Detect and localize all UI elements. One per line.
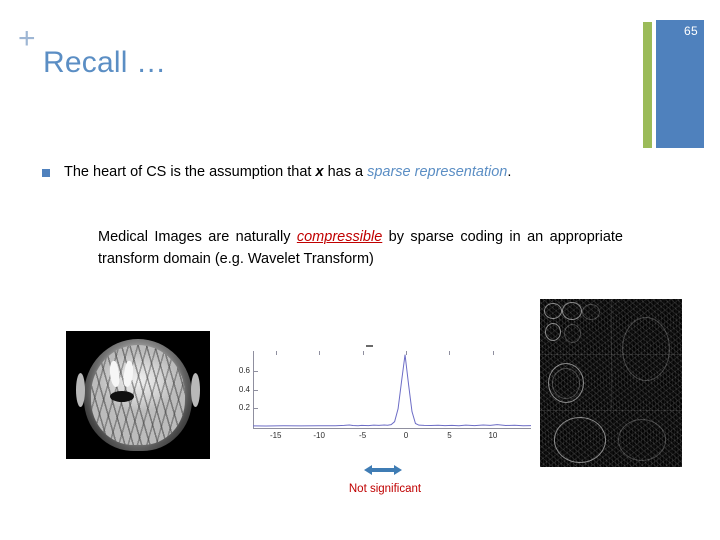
x-axis-tick-label: 10: [488, 431, 498, 440]
bullet-text-part-2: has a: [323, 164, 368, 180]
header-accent-bar-blue: [656, 20, 704, 148]
mri-left-temporal: [76, 373, 85, 407]
y-axis-tick-label: 0.2: [238, 402, 250, 412]
wavelet-edge-ring: [545, 323, 561, 341]
sparse-representation-emphasis: sparse representation: [367, 164, 508, 180]
wavelet-subband-ll: [540, 299, 611, 354]
x-axis-tick-label: -5: [359, 431, 367, 440]
mri-right-temporal: [191, 373, 200, 407]
wavelet-subband-lh: [540, 355, 611, 410]
wavelet-divider: [540, 410, 682, 411]
x-axis-tick-label: 0: [403, 431, 409, 440]
bullet-text: The heart of CS is the assumption that x…: [64, 161, 632, 183]
not-significant-caption: Not significant: [348, 483, 422, 495]
wavelet-decomposition-image: [540, 299, 682, 467]
bullet-text-part-1: The heart of CS is the assumption that: [64, 164, 316, 180]
x-axis-tick-label: -15: [269, 431, 282, 440]
wavelet-divider: [611, 299, 612, 410]
compressible-emphasis: compressible: [296, 229, 383, 245]
y-axis-tick-label: 0.6: [238, 366, 250, 376]
wavelet-edge-ring: [618, 419, 666, 461]
slide-canvas: 65 + Recall … The heart of CS is the ass…: [0, 0, 720, 540]
x-axis-tick-label: -10: [313, 431, 325, 440]
paragraph-part-1: Medical Images are naturally: [98, 229, 297, 245]
wavelet-edge-ring: [564, 324, 581, 343]
wavelet-edge-ring: [552, 368, 580, 399]
double-headed-arrow-icon: [362, 462, 404, 478]
slide-number: 65: [684, 24, 698, 38]
variable-x: x: [315, 164, 324, 180]
paragraph-part-2: by sparse: [382, 229, 454, 245]
x-axis-tick-label: 5: [447, 431, 452, 440]
figure-area: 0.2 0.4 0.6 -15 -10 -5 0 5 10 Not significant: [0, 290, 720, 520]
wavelet-edge-ring: [622, 317, 670, 381]
plot-curve-svg: [253, 351, 531, 429]
header-accent-bar-green: [643, 22, 652, 148]
paragraph-line-3: Transform): [303, 251, 374, 267]
wavelet-edge-ring: [554, 417, 606, 463]
wavelet-edge-ring: [544, 303, 562, 319]
bullet-text-part-3: .: [507, 164, 512, 180]
wavelet-edge-ring: [582, 304, 600, 320]
mri-posterior-ventricle: [110, 391, 134, 402]
mri-sulci-texture: [91, 345, 185, 445]
plus-icon: +: [18, 22, 36, 55]
y-axis-tick-label: 0.4: [238, 384, 250, 394]
wavelet-subband-hh: [540, 411, 682, 467]
bullet-item: The heart of CS is the assumption that x…: [42, 161, 632, 183]
wavelet-edge-ring: [562, 302, 582, 320]
axial-brain-mri-image: [66, 331, 210, 459]
page-title: Recall …: [43, 46, 167, 79]
sub-paragraph: Medical Images are naturally compressibl…: [98, 226, 623, 270]
sparse-coefficients-plot: 0.2 0.4 0.6 -15 -10 -5 0 5 10: [218, 345, 536, 455]
bullet-square-icon: [42, 169, 50, 177]
plot-top-tick-mark: [366, 345, 373, 347]
